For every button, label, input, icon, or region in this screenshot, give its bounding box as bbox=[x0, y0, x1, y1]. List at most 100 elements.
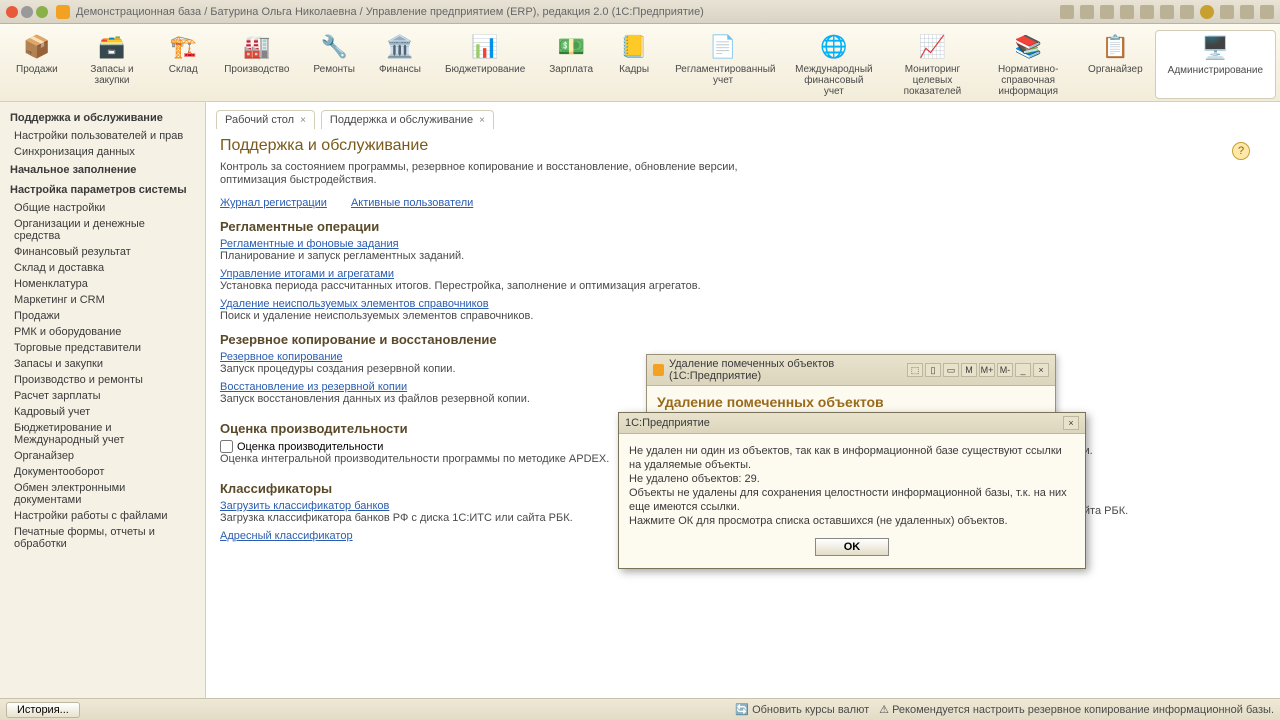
close-icon[interactable] bbox=[1260, 5, 1274, 19]
sidebar-item[interactable]: Финансовый результат bbox=[4, 244, 201, 260]
history-button[interactable]: История... bbox=[6, 702, 80, 718]
link-backup[interactable]: Резервное копирование bbox=[220, 351, 343, 363]
toolbar-item[interactable]: 🏗️Склад bbox=[154, 30, 212, 99]
toolbar-label: Нормативно-справочная информация bbox=[992, 64, 1064, 97]
toolbar-icon: 🗃️ bbox=[95, 32, 129, 62]
tool-icon[interactable]: ⬚ bbox=[907, 363, 923, 377]
link-address-classifier[interactable]: Адресный классификатор bbox=[220, 530, 353, 542]
sidebar-item[interactable]: Организации и денежные средства bbox=[4, 216, 201, 244]
sidebar-item[interactable]: Запасы и закупки bbox=[4, 356, 201, 372]
sidebar-item[interactable]: Номенклатура bbox=[4, 276, 201, 292]
sidebar-item[interactable]: Настройки работы с файлами bbox=[4, 508, 201, 524]
tool-icon[interactable]: M- bbox=[997, 363, 1013, 377]
sidebar-item[interactable]: Настройки пользователей и прав bbox=[4, 128, 201, 144]
toolbar-item[interactable]: 🗃️Запасы и закупки bbox=[70, 30, 154, 99]
toolbar-item[interactable]: 🏭Производство bbox=[212, 30, 301, 99]
message-dialog: 1С:Предприятие × Не удален ни один из об… bbox=[618, 412, 1086, 569]
maximize-icon[interactable] bbox=[36, 6, 48, 18]
toolbar-item[interactable]: 📒Кадры bbox=[605, 30, 663, 99]
link-restore[interactable]: Восстановление из резервной копии bbox=[220, 381, 407, 393]
close-icon[interactable]: × bbox=[1033, 363, 1049, 377]
message-line: Нажмите ОК для просмотра списка оставших… bbox=[629, 514, 1075, 528]
toolbar-item[interactable]: 📈Мониторинг целевых показателей bbox=[885, 30, 981, 99]
sidebar-item[interactable]: РМК и оборудование bbox=[4, 324, 201, 340]
close-icon[interactable]: × bbox=[300, 115, 306, 126]
link-bank-classifier[interactable]: Загрузить классификатор банков bbox=[220, 500, 389, 512]
sidebar-item[interactable]: Кадровый учет bbox=[4, 404, 201, 420]
titlebar-tools bbox=[1060, 5, 1274, 19]
toolbar-item[interactable]: 🖥️Администрирование bbox=[1155, 30, 1276, 99]
link-scheduled-jobs[interactable]: Регламентные и фоновые задания bbox=[220, 238, 399, 250]
sidebar-item[interactable]: Документооборот bbox=[4, 464, 201, 480]
tool-icon[interactable] bbox=[1120, 5, 1134, 19]
sidebar-item[interactable]: Расчет зарплаты bbox=[4, 388, 201, 404]
tool-icon[interactable]: M+ bbox=[979, 363, 995, 377]
tool-icon[interactable] bbox=[1060, 5, 1074, 19]
toolbar-icon: 🌐 bbox=[817, 32, 851, 62]
sidebar-item[interactable]: Бюджетирование и Международный учет bbox=[4, 420, 201, 448]
tool-icon[interactable] bbox=[1080, 5, 1094, 19]
tab[interactable]: Поддержка и обслуживание× bbox=[321, 110, 494, 129]
toolbar-item[interactable]: 📚Нормативно-справочная информация bbox=[980, 30, 1076, 99]
toolbar-item[interactable]: 📋Органайзер bbox=[1076, 30, 1155, 99]
link-delete-unused[interactable]: Удаление неиспользуемых элементов справо… bbox=[220, 298, 489, 310]
toolbar-label: Запасы и закупки bbox=[82, 64, 142, 86]
status-link-rates[interactable]: 🔄 Обновить курсы валют bbox=[735, 703, 869, 716]
link-active-users[interactable]: Активные пользователи bbox=[351, 197, 473, 209]
toolbar-label: Склад bbox=[169, 64, 198, 75]
min-icon[interactable] bbox=[1220, 5, 1234, 19]
toolbar-item[interactable]: 🌐Международный финансовый учет bbox=[783, 30, 885, 99]
toolbar-item[interactable]: 📄Регламентированный учет bbox=[663, 30, 783, 99]
sidebar-item[interactable]: Синхронизация данных bbox=[4, 144, 201, 160]
tool-icon[interactable]: ▯ bbox=[925, 363, 941, 377]
sidebar-item[interactable]: Маркетинг и CRM bbox=[4, 292, 201, 308]
help-icon[interactable] bbox=[1200, 5, 1214, 19]
minimize-icon[interactable]: _ bbox=[1015, 363, 1031, 377]
app-icon bbox=[653, 364, 664, 376]
message-line: Объекты не удалены для сохранения целост… bbox=[629, 486, 1075, 514]
sidebar-item[interactable]: Органайзер bbox=[4, 448, 201, 464]
checkbox-icon[interactable] bbox=[220, 440, 233, 453]
restore-icon[interactable] bbox=[1240, 5, 1254, 19]
sidebar-item[interactable]: Общие настройки bbox=[4, 200, 201, 216]
toolbar-label: Зарплата bbox=[549, 64, 593, 75]
toolbar-label: Кадры bbox=[619, 64, 649, 75]
toolbar-label: Регламентированный учет bbox=[675, 64, 771, 86]
toolbar-item[interactable]: 📊Бюджетирование bbox=[433, 30, 537, 99]
link-journal[interactable]: Журнал регистрации bbox=[220, 197, 327, 209]
sidebar-item[interactable]: Склад и доставка bbox=[4, 260, 201, 276]
tab[interactable]: Рабочий стол× bbox=[216, 110, 315, 129]
window-titlebar: Демонстрационная база / Батурина Ольга Н… bbox=[0, 0, 1280, 24]
toolbar-icon: 📈 bbox=[915, 32, 949, 62]
close-icon[interactable]: × bbox=[479, 115, 485, 126]
status-link-backup[interactable]: ⚠ Рекомендуется настроить резервное копи… bbox=[879, 703, 1274, 716]
toolbar-label: Ремонты bbox=[313, 64, 355, 75]
toolbar-label: Мониторинг целевых показателей bbox=[897, 64, 969, 97]
sidebar-item[interactable]: Продажи bbox=[4, 308, 201, 324]
tool-icon[interactable] bbox=[1100, 5, 1114, 19]
close-icon[interactable] bbox=[6, 6, 18, 18]
help-icon[interactable]: ? bbox=[1232, 142, 1250, 160]
tool-icon[interactable]: ▭ bbox=[943, 363, 959, 377]
page-title: Поддержка и обслуживание bbox=[220, 137, 1266, 155]
toolbar-icon: 📋 bbox=[1098, 32, 1132, 62]
dialog-titlebar[interactable]: Удаление помеченных объектов (1С:Предпри… bbox=[647, 355, 1055, 386]
sidebar-item[interactable]: Обмен электронными документами bbox=[4, 480, 201, 508]
tool-icon[interactable]: M bbox=[961, 363, 977, 377]
ok-button[interactable]: OK bbox=[815, 538, 890, 556]
minimize-icon[interactable] bbox=[21, 6, 33, 18]
sidebar-item[interactable]: Печатные формы, отчеты и обработки bbox=[4, 524, 201, 552]
toolbar-item[interactable]: 💵Зарплата bbox=[537, 30, 605, 99]
tool-icon[interactable] bbox=[1180, 5, 1194, 19]
sidebar-item[interactable]: Торговые представители bbox=[4, 340, 201, 356]
link-totals[interactable]: Управление итогами и агрегатами bbox=[220, 268, 394, 280]
toolbar-item[interactable]: 🏛️Финансы bbox=[367, 30, 433, 99]
dialog-titlebar[interactable]: 1С:Предприятие × bbox=[619, 413, 1085, 434]
toolbar-item[interactable]: 📦Продажи bbox=[4, 30, 70, 99]
close-icon[interactable]: × bbox=[1063, 416, 1079, 430]
tool-icon[interactable] bbox=[1140, 5, 1154, 19]
toolbar-item[interactable]: 🔧Ремонты bbox=[301, 30, 367, 99]
tool-icon[interactable] bbox=[1160, 5, 1174, 19]
sidebar-item[interactable]: Производство и ремонты bbox=[4, 372, 201, 388]
section-sub: Планирование и запуск регламентных задан… bbox=[220, 250, 1266, 262]
